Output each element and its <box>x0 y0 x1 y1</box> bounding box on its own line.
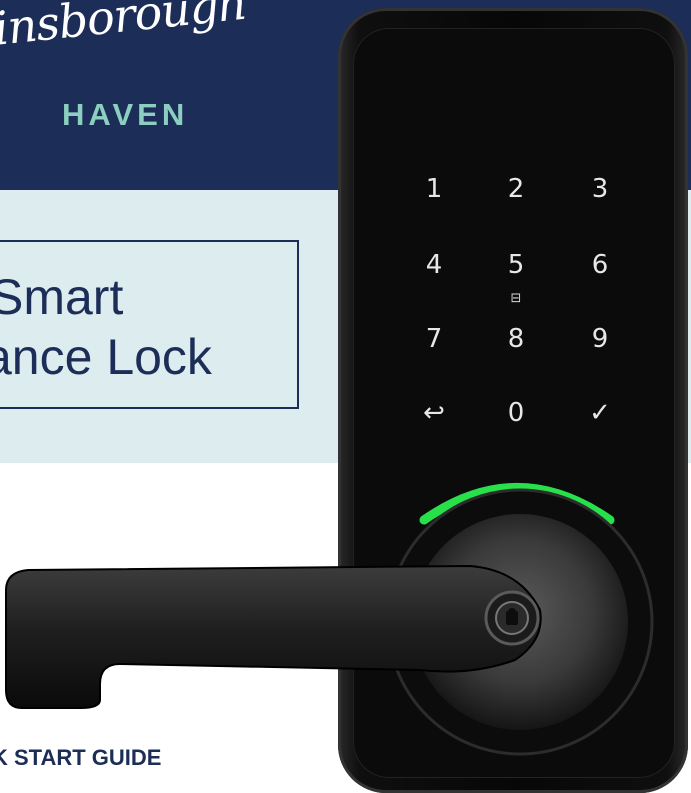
lever-handle-illustration <box>5 483 654 756</box>
